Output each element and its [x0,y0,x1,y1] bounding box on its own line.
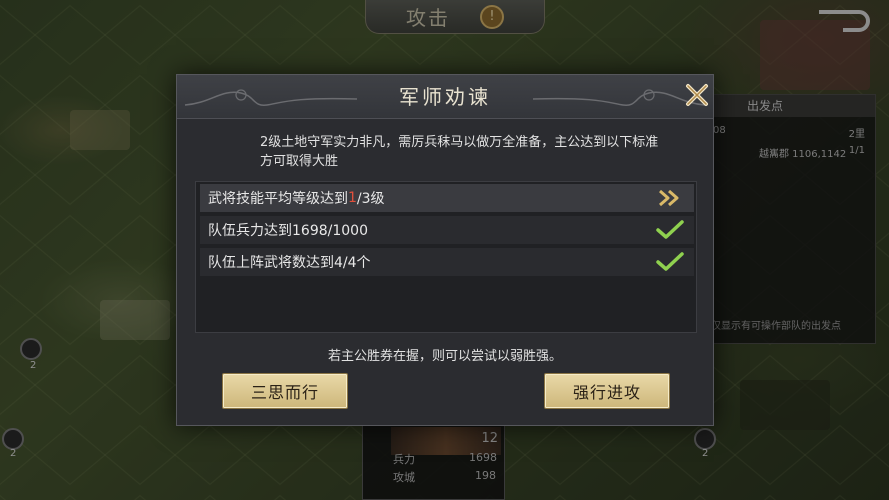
dialog-message: 2级土地守军实力非凡，需厉兵秣马以做万全准备，主公达到以下标准方可取得大胜 [260,135,659,169]
condition-row-generals: 队伍上阵武将数达到4/4个 [200,248,694,276]
double-chevron-right-icon[interactable] [654,186,686,210]
condition-text: 武将技能平均等级达到 [208,191,348,207]
condition-target: /3级 [356,191,385,207]
advisor-dialog: 军师劝谏 2级土地守军实力非凡，需厉兵秣马以做万全准备，主公达到以下标准方可取得… [176,74,714,426]
dialog-title: 军师劝谏 [399,85,491,109]
force-attack-button[interactable]: 强行进攻 [544,373,670,409]
dialog-header: 军师劝谏 [177,75,713,119]
condition-row-troops: 队伍兵力达到1698/1000 [200,216,694,244]
condition-row-skill-level[interactable]: 武将技能平均等级达到 1/3级 [200,184,694,212]
condition-text: 队伍兵力达到1698/1000 [208,223,368,239]
conditions-list: 武将技能平均等级达到 1/3级 队伍兵力达到1698/1000 队伍上阵武将数达到… [195,181,697,333]
condition-current-value: 1 [348,190,357,206]
condition-text: 队伍上阵武将数达到4/4个 [208,255,371,271]
dialog-hint: 若主公胜券在握，则可以尝试以弱胜强。 [327,349,562,364]
check-icon [656,252,684,271]
close-icon[interactable] [681,79,713,111]
check-icon [656,220,684,239]
reconsider-button[interactable]: 三思而行 [222,373,348,409]
